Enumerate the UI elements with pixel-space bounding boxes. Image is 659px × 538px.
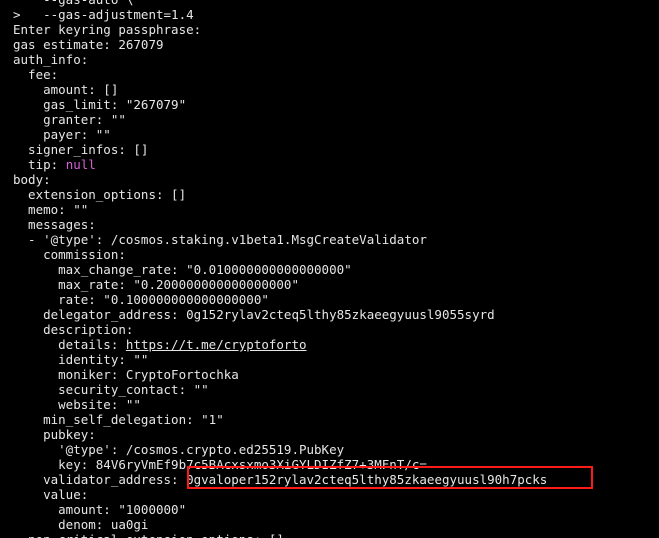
- terminal-line: gas estimate: 267079: [13, 37, 164, 52]
- null-keyword: null: [65, 157, 96, 172]
- terminal-line: pubkey:: [13, 427, 96, 442]
- validator-address-highlight-box: [187, 466, 593, 489]
- terminal-line: extension_options: []: [13, 187, 187, 202]
- terminal-line: payer: "": [13, 127, 111, 142]
- terminal-line: fee:: [13, 67, 59, 82]
- line-key: details:: [13, 337, 126, 352]
- terminal-line: gas_limit: "267079": [13, 97, 187, 112]
- terminal-line: tip: null: [0, 157, 659, 172]
- terminal-window[interactable]: --gas-auto \> --gas-adjustment=1.4Enter …: [0, 0, 659, 538]
- details-link[interactable]: https://t.me/cryptoforto: [126, 337, 307, 352]
- terminal-line: identity: "": [13, 352, 149, 367]
- terminal-line: website: "": [13, 397, 141, 412]
- terminal-line: messages:: [13, 217, 96, 232]
- terminal-line: - '@type': /cosmos.staking.v1beta1.MsgCr…: [13, 232, 427, 247]
- terminal-line: rate: "0.100000000000000000": [13, 292, 269, 307]
- terminal-line: signer_infos: []: [13, 142, 149, 157]
- terminal-line: non_critical_extension_options: []: [0, 532, 659, 538]
- terminal-line: moniker: CryptoFortochka: [13, 367, 239, 382]
- terminal-line: min_self_delegation: "1": [13, 412, 224, 427]
- terminal-line: body:: [13, 172, 51, 187]
- terminal-line: value:: [13, 487, 89, 502]
- terminal-line: security_contact: "": [13, 382, 209, 397]
- terminal-line: max_rate: "0.200000000000000000": [13, 277, 299, 292]
- terminal-line: amount: "1000000": [13, 502, 187, 517]
- line-key: validator_address:: [13, 472, 187, 487]
- terminal-line: description:: [13, 322, 134, 337]
- terminal-line: auth_info:: [13, 52, 89, 67]
- terminal-line: denom: ua0gi: [13, 517, 149, 532]
- terminal-output: --gas-auto \> --gas-adjustment=1.4Enter …: [0, 0, 659, 538]
- terminal-line: commission:: [13, 247, 126, 262]
- terminal-line: max_change_rate: "0.010000000000000000": [13, 262, 352, 277]
- terminal-line: amount: []: [13, 82, 119, 97]
- terminal-line: details: https://t.me/cryptoforto: [0, 337, 659, 352]
- terminal-line: > --gas-adjustment=1.4: [13, 7, 194, 22]
- terminal-line: memo: "": [13, 202, 89, 217]
- terminal-line: delegator_address: 0g152rylav2cteq5lthy8…: [13, 307, 495, 322]
- terminal-line: granter: "": [13, 112, 126, 127]
- terminal-line: '@type': /cosmos.crypto.ed25519.PubKey: [13, 442, 345, 457]
- line-key: tip:: [13, 157, 66, 172]
- terminal-line: Enter keyring passphrase:: [13, 22, 202, 37]
- terminal-line: --gas-auto \: [0, 0, 659, 7]
